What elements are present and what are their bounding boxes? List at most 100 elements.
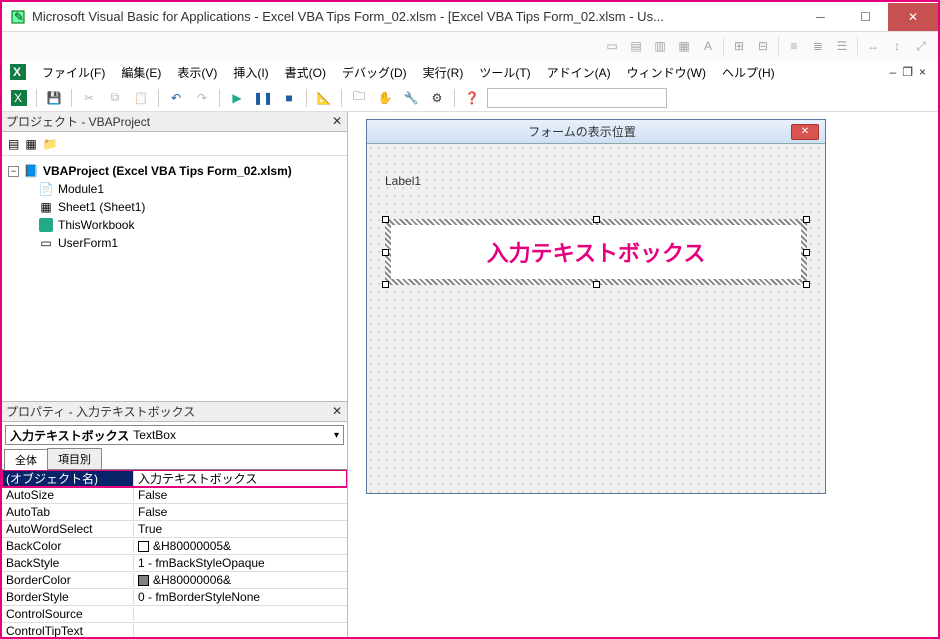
- property-row[interactable]: BorderColor&H80000006&: [2, 572, 347, 589]
- resize-handle[interactable]: [382, 281, 389, 288]
- properties-panel-close-button[interactable]: ✕: [329, 403, 345, 419]
- property-row[interactable]: BorderStyle0 - fmBorderStyleNone: [2, 589, 347, 606]
- project-icon: 📘: [23, 163, 39, 179]
- menu-view[interactable]: 表示(V): [169, 61, 225, 84]
- project-tree[interactable]: − 📘 VBAProject (Excel VBA Tips Form_02.x…: [2, 156, 347, 401]
- userform-designer[interactable]: フォームの表示位置 ✕ Label1 入力テキストボックス: [366, 119, 826, 494]
- menu-addins[interactable]: アドイン(A): [539, 61, 619, 84]
- property-value[interactable]: True: [134, 522, 347, 536]
- color-swatch-icon: [138, 575, 149, 586]
- standard-toolbar: X 💾 ✂ ⧉ 📋 ↶ ↷ ▶ ❚❚ ■ 📐 🗀 ✋ 🔧 ⚙ ❓: [2, 84, 938, 112]
- resize-handle[interactable]: [803, 281, 810, 288]
- maximize-button[interactable]: ☐: [843, 3, 888, 31]
- view-object-icon[interactable]: ▦: [25, 137, 36, 151]
- property-value[interactable]: &H80000005&: [134, 539, 347, 553]
- menu-window[interactable]: ウィンドウ(W): [619, 61, 714, 84]
- close-button[interactable]: ✕: [888, 3, 938, 31]
- property-row[interactable]: AutoWordSelectTrue: [2, 521, 347, 538]
- menubar: X ファイル(F) 編集(E) 表示(V) 挿入(I) 書式(O) デバッグ(D…: [2, 60, 938, 84]
- property-name: BorderColor: [2, 573, 134, 587]
- svg-text:X: X: [14, 91, 22, 105]
- tb-icon: ⤢: [912, 37, 930, 55]
- textbox-control-selected[interactable]: 入力テキストボックス: [385, 219, 807, 285]
- tab-alphabetic[interactable]: 全体: [4, 449, 48, 470]
- mdi-minimize-button[interactable]: –: [890, 65, 897, 79]
- property-value[interactable]: &H80000006&: [134, 573, 347, 587]
- form-designer-area[interactable]: フォームの表示位置 ✕ Label1 入力テキストボックス: [348, 112, 938, 637]
- tree-item-module1[interactable]: Module1: [58, 182, 104, 196]
- break-icon[interactable]: ❚❚: [252, 87, 274, 109]
- reset-icon[interactable]: ■: [278, 87, 300, 109]
- menu-insert[interactable]: 挿入(I): [225, 61, 276, 84]
- menu-file[interactable]: ファイル(F): [34, 61, 113, 84]
- menu-edit[interactable]: 編集(E): [113, 61, 169, 84]
- resize-handle[interactable]: [382, 249, 389, 256]
- view-excel-icon[interactable]: X: [8, 87, 30, 109]
- folder-icon[interactable]: 📁: [43, 137, 58, 151]
- window-titlebar: ✎ Microsoft Visual Basic for Application…: [2, 2, 938, 32]
- menu-debug[interactable]: デバッグ(D): [334, 61, 415, 84]
- userform-icon: ▭: [38, 235, 54, 251]
- resize-handle[interactable]: [803, 216, 810, 223]
- tree-item-sheet1[interactable]: Sheet1 (Sheet1): [58, 200, 145, 214]
- app-icon: ✎: [10, 9, 26, 25]
- resize-handle[interactable]: [593, 281, 600, 288]
- object-browser-icon[interactable]: 🔧: [400, 87, 422, 109]
- resize-handle[interactable]: [382, 216, 389, 223]
- design-mode-icon[interactable]: 📐: [313, 87, 335, 109]
- menu-format[interactable]: 書式(O): [277, 61, 334, 84]
- position-combo[interactable]: [487, 88, 667, 108]
- tree-item-thisworkbook[interactable]: ThisWorkbook: [58, 218, 134, 232]
- save-icon[interactable]: 💾: [43, 87, 65, 109]
- resize-handle[interactable]: [593, 216, 600, 223]
- property-row[interactable]: BackStyle1 - fmBackStyleOpaque: [2, 555, 347, 572]
- undo-icon[interactable]: ↶: [165, 87, 187, 109]
- paste-icon[interactable]: 📋: [130, 87, 152, 109]
- property-row[interactable]: ControlTipText: [2, 623, 347, 637]
- view-code-icon[interactable]: ▤: [8, 137, 19, 151]
- property-value[interactable]: False: [134, 488, 347, 502]
- tree-item-userform1[interactable]: UserForm1: [58, 236, 118, 250]
- menu-help[interactable]: ヘルプ(H): [714, 61, 783, 84]
- tb-icon: ▭: [603, 37, 621, 55]
- svg-text:✎: ✎: [14, 10, 24, 24]
- cut-icon[interactable]: ✂: [78, 87, 100, 109]
- property-name: ControlSource: [2, 607, 134, 621]
- property-name: BackStyle: [2, 556, 134, 570]
- copy-icon[interactable]: ⧉: [104, 87, 126, 109]
- textbox-text: 入力テキストボックス: [487, 236, 706, 268]
- mdi-restore-button[interactable]: ❐: [902, 65, 913, 79]
- tab-categorized[interactable]: 項目別: [47, 448, 102, 469]
- properties-icon[interactable]: ✋: [374, 87, 396, 109]
- property-value[interactable]: 0 - fmBorderStyleNone: [134, 590, 347, 604]
- tb-icon: ⊟: [754, 37, 772, 55]
- redo-icon[interactable]: ↷: [191, 87, 213, 109]
- menu-tools[interactable]: ツール(T): [471, 61, 538, 84]
- minimize-button[interactable]: ─: [798, 3, 843, 31]
- property-value[interactable]: 1 - fmBackStyleOpaque: [134, 556, 347, 570]
- toolbox-icon[interactable]: ⚙: [426, 87, 448, 109]
- property-value[interactable]: False: [134, 505, 347, 519]
- property-row[interactable]: AutoTabFalse: [2, 504, 347, 521]
- property-row[interactable]: AutoSizeFalse: [2, 487, 347, 504]
- property-value[interactable]: 入力テキストボックス: [134, 470, 347, 487]
- object-selector-combo[interactable]: 入力テキストボックス TextBox ▾: [5, 425, 344, 445]
- label1-control[interactable]: Label1: [385, 174, 421, 188]
- help-icon[interactable]: ❓: [461, 87, 483, 109]
- project-explorer-icon[interactable]: 🗀: [348, 87, 370, 109]
- workbook-icon: [38, 217, 54, 233]
- resize-handle[interactable]: [803, 249, 810, 256]
- menu-run[interactable]: 実行(R): [415, 61, 472, 84]
- property-row[interactable]: (オブジェクト名)入力テキストボックス: [2, 470, 347, 487]
- run-icon[interactable]: ▶: [226, 87, 248, 109]
- property-row[interactable]: ControlSource: [2, 606, 347, 623]
- project-panel-close-button[interactable]: ✕: [329, 113, 345, 129]
- collapse-icon[interactable]: −: [8, 166, 19, 177]
- userform-title: フォームの表示位置: [373, 123, 791, 140]
- excel-icon[interactable]: X: [8, 62, 28, 82]
- property-name: AutoTab: [2, 505, 134, 519]
- properties-grid[interactable]: (オブジェクト名)入力テキストボックスAutoSizeFalseAutoTabF…: [2, 470, 347, 637]
- mdi-close-button[interactable]: ×: [919, 65, 926, 79]
- property-row[interactable]: BackColor&H80000005&: [2, 538, 347, 555]
- project-root[interactable]: VBAProject (Excel VBA Tips Form_02.xlsm): [43, 164, 292, 178]
